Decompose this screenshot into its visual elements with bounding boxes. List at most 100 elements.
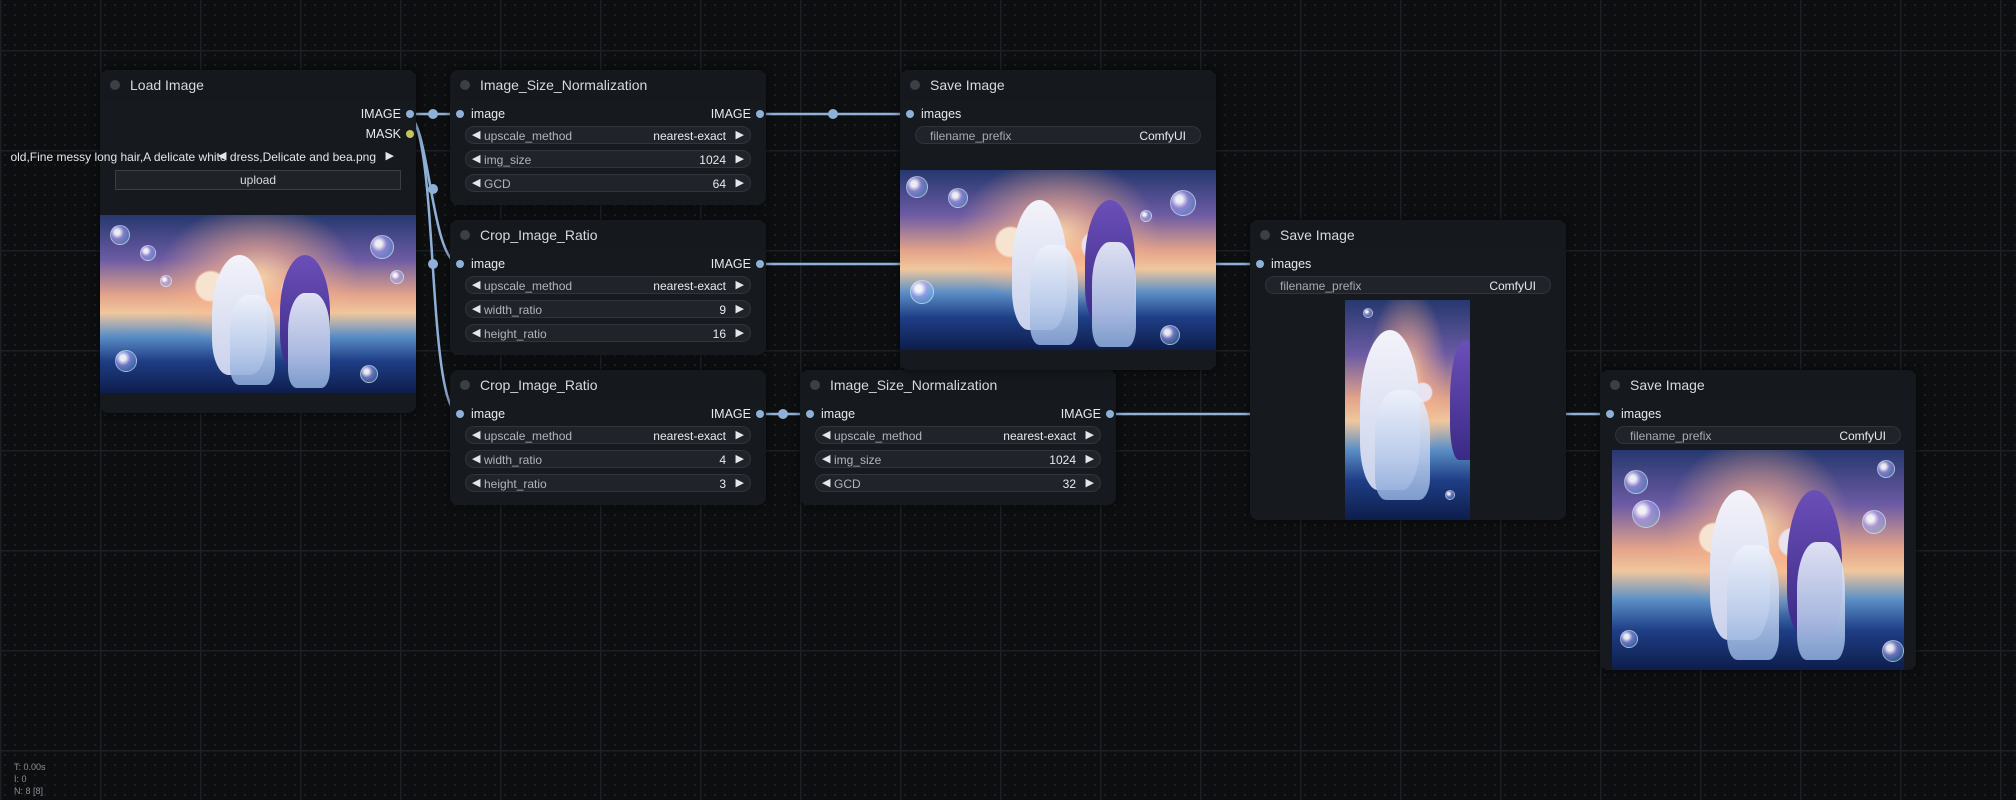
right-arrow-icon[interactable]: ▶ bbox=[736, 278, 744, 291]
input-slot-image[interactable]: image bbox=[456, 256, 556, 272]
image-file-selector[interactable]: old,Fine messy long hair,A delicate whit… bbox=[0, 148, 400, 166]
left-arrow-icon[interactable]: ◀ bbox=[472, 326, 480, 339]
input-dot[interactable] bbox=[456, 110, 464, 118]
loaded-image-preview bbox=[100, 215, 416, 393]
upscale-method-combo[interactable]: ◀ upscale_method nearest-exact ▶ bbox=[815, 426, 1101, 444]
output-dot[interactable] bbox=[406, 110, 414, 118]
left-arrow-icon[interactable]: ◀ bbox=[472, 428, 480, 441]
right-arrow-icon[interactable]: ▶ bbox=[1086, 452, 1094, 465]
stats-iterations: I: 0 bbox=[14, 774, 27, 784]
input-slot-image[interactable]: image bbox=[456, 406, 556, 422]
save-image-node[interactable]: Save Image images filename_prefix ComfyU… bbox=[1600, 370, 1916, 670]
node-header[interactable]: Image_Size_Normalization bbox=[800, 370, 1116, 400]
node-title: Image_Size_Normalization bbox=[830, 377, 998, 393]
right-arrow-icon[interactable]: ▶ bbox=[736, 176, 744, 189]
left-arrow-icon[interactable]: ◀ bbox=[822, 476, 830, 489]
right-arrow-icon[interactable]: ▶ bbox=[386, 149, 394, 162]
gcd-number[interactable]: ◀ GCD 32 ▶ bbox=[815, 474, 1101, 492]
save-image-node[interactable]: Save Image images filename_prefix ComfyU… bbox=[1250, 220, 1566, 520]
node-header[interactable]: Save Image bbox=[900, 70, 1216, 100]
left-arrow-icon[interactable]: ◀ bbox=[472, 128, 480, 141]
saved-image-preview bbox=[900, 170, 1216, 350]
left-arrow-icon[interactable]: ◀ bbox=[472, 152, 480, 165]
left-arrow-icon[interactable]: ◀ bbox=[472, 302, 480, 315]
input-dot[interactable] bbox=[1256, 260, 1264, 268]
input-dot[interactable] bbox=[806, 410, 814, 418]
width-ratio-number[interactable]: ◀ width_ratio 9 ▶ bbox=[465, 300, 751, 318]
left-arrow-icon[interactable]: ◀ bbox=[472, 176, 480, 189]
collapse-toggle-icon[interactable] bbox=[110, 80, 120, 90]
node-header[interactable]: Crop_Image_Ratio bbox=[450, 220, 766, 250]
collapse-toggle-icon[interactable] bbox=[460, 80, 470, 90]
height-ratio-number[interactable]: ◀ height_ratio 3 ▶ bbox=[465, 474, 751, 492]
right-arrow-icon[interactable]: ▶ bbox=[736, 476, 744, 489]
output-dot[interactable] bbox=[406, 130, 414, 138]
filename-prefix-field[interactable]: filename_prefix ComfyUI bbox=[1615, 426, 1901, 444]
img-size-number[interactable]: ◀ img_size 1024 ▶ bbox=[815, 450, 1101, 468]
input-slot-images[interactable]: images bbox=[1606, 406, 1706, 422]
output-dot[interactable] bbox=[756, 410, 764, 418]
node-header[interactable]: Save Image bbox=[1600, 370, 1916, 400]
filename-prefix-field[interactable]: filename_prefix ComfyUI bbox=[1265, 276, 1551, 294]
output-slot-image[interactable]: IMAGE bbox=[664, 106, 764, 122]
right-arrow-icon[interactable]: ▶ bbox=[1086, 476, 1094, 489]
upload-button[interactable]: upload bbox=[115, 170, 401, 190]
left-arrow-icon[interactable]: ◀ bbox=[822, 428, 830, 441]
output-slot-mask[interactable]: MASK bbox=[314, 126, 414, 142]
filename-prefix-field[interactable]: filename_prefix ComfyUI bbox=[915, 126, 1201, 144]
upscale-method-combo[interactable]: ◀ upscale_method nearest-exact ▶ bbox=[465, 426, 751, 444]
input-slot-images[interactable]: images bbox=[1256, 256, 1356, 272]
collapse-toggle-icon[interactable] bbox=[460, 380, 470, 390]
input-dot[interactable] bbox=[456, 260, 464, 268]
save-image-node[interactable]: Save Image images filename_prefix ComfyU… bbox=[900, 70, 1216, 370]
output-slot-image[interactable]: IMAGE bbox=[314, 106, 414, 122]
output-dot[interactable] bbox=[1106, 410, 1114, 418]
node-title: Load Image bbox=[130, 77, 204, 93]
right-arrow-icon[interactable]: ▶ bbox=[736, 452, 744, 465]
node-header[interactable]: Crop_Image_Ratio bbox=[450, 370, 766, 400]
output-dot[interactable] bbox=[756, 110, 764, 118]
input-dot[interactable] bbox=[456, 410, 464, 418]
input-slot-image[interactable]: image bbox=[456, 106, 556, 122]
right-arrow-icon[interactable]: ▶ bbox=[736, 428, 744, 441]
gcd-number[interactable]: ◀ GCD 64 ▶ bbox=[465, 174, 751, 192]
image-filename: old,Fine messy long hair,A delicate whit… bbox=[10, 150, 376, 164]
input-slot-image[interactable]: image bbox=[806, 406, 906, 422]
collapse-toggle-icon[interactable] bbox=[910, 80, 920, 90]
output-dot[interactable] bbox=[756, 260, 764, 268]
node-header[interactable]: Load Image bbox=[100, 70, 416, 100]
left-arrow-icon[interactable]: ◀ bbox=[472, 278, 480, 291]
input-slot-images[interactable]: images bbox=[906, 106, 1006, 122]
right-arrow-icon[interactable]: ▶ bbox=[736, 302, 744, 315]
image-size-normalization-node[interactable]: Image_Size_Normalization image IMAGE ◀ u… bbox=[800, 370, 1116, 505]
left-arrow-icon[interactable]: ◀ bbox=[472, 452, 480, 465]
collapse-toggle-icon[interactable] bbox=[1610, 380, 1620, 390]
output-slot-image[interactable]: IMAGE bbox=[664, 256, 764, 272]
collapse-toggle-icon[interactable] bbox=[1260, 230, 1270, 240]
node-header[interactable]: Save Image bbox=[1250, 220, 1566, 250]
crop-image-ratio-node[interactable]: Crop_Image_Ratio image IMAGE ◀ upscale_m… bbox=[450, 220, 766, 355]
width-ratio-number[interactable]: ◀ width_ratio 4 ▶ bbox=[465, 450, 751, 468]
input-dot[interactable] bbox=[906, 110, 914, 118]
image-size-normalization-node[interactable]: Image_Size_Normalization image IMAGE ◀ u… bbox=[450, 70, 766, 205]
left-arrow-icon[interactable]: ◀ bbox=[218, 149, 226, 162]
output-slot-image[interactable]: IMAGE bbox=[664, 406, 764, 422]
left-arrow-icon[interactable]: ◀ bbox=[822, 452, 830, 465]
right-arrow-icon[interactable]: ▶ bbox=[736, 128, 744, 141]
input-dot[interactable] bbox=[1606, 410, 1614, 418]
img-size-number[interactable]: ◀ img_size 1024 ▶ bbox=[465, 150, 751, 168]
upscale-method-combo[interactable]: ◀ upscale_method nearest-exact ▶ bbox=[465, 126, 751, 144]
left-arrow-icon[interactable]: ◀ bbox=[472, 476, 480, 489]
right-arrow-icon[interactable]: ▶ bbox=[1086, 428, 1094, 441]
height-ratio-number[interactable]: ◀ height_ratio 16 ▶ bbox=[465, 324, 751, 342]
upscale-method-combo[interactable]: ◀ upscale_method nearest-exact ▶ bbox=[465, 276, 751, 294]
node-header[interactable]: Image_Size_Normalization bbox=[450, 70, 766, 100]
right-arrow-icon[interactable]: ▶ bbox=[736, 152, 744, 165]
collapse-toggle-icon[interactable] bbox=[810, 380, 820, 390]
load-image-node[interactable]: Load Image IMAGE MASK old,Fine messy lon… bbox=[10, 70, 416, 413]
crop-image-ratio-node[interactable]: Crop_Image_Ratio image IMAGE ◀ upscale_m… bbox=[450, 370, 766, 505]
right-arrow-icon[interactable]: ▶ bbox=[736, 326, 744, 339]
saved-image-preview bbox=[1345, 300, 1470, 520]
output-slot-image[interactable]: IMAGE bbox=[1014, 406, 1114, 422]
collapse-toggle-icon[interactable] bbox=[460, 230, 470, 240]
